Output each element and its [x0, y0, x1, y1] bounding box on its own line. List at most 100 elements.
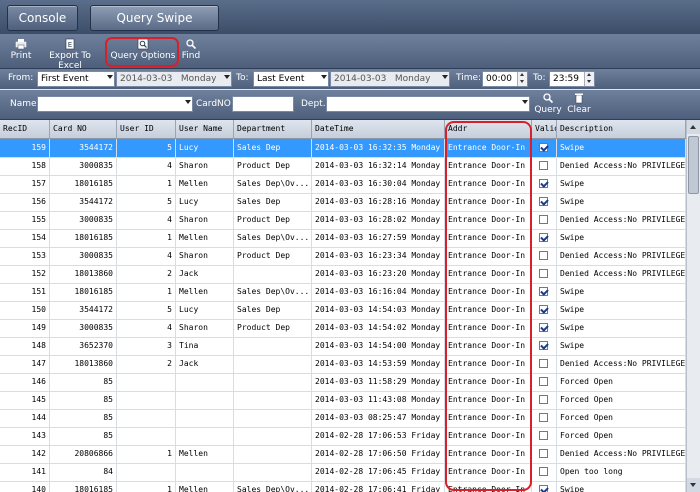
time-from-input[interactable]: 00:00 — [482, 71, 528, 87]
cell-dt[interactable]: 2014-02-28 17:06:50 Friday — [312, 445, 445, 463]
cell-dept[interactable] — [234, 427, 312, 445]
cell-addr[interactable]: Entrance Door-In — [445, 193, 532, 211]
cell-name[interactable] — [176, 463, 234, 481]
cell-rec[interactable]: 154 — [0, 229, 50, 247]
table-row[interactable]: 159 3544172 5 Lucy Sales Dep 2014-03-03 16:32… — [0, 139, 686, 158]
cell-dept[interactable] — [234, 337, 312, 355]
cell-desc[interactable]: Swipe — [557, 283, 686, 301]
cell-dt[interactable]: 2014-03-03 11:43:08 Monday — [312, 391, 445, 409]
cell-rec[interactable]: 150 — [0, 301, 50, 319]
valid-checkbox[interactable] — [539, 251, 548, 260]
cell-dt[interactable]: 2014-03-03 14:54:00 Monday — [312, 337, 445, 355]
cell-name[interactable]: Sharon — [176, 157, 234, 175]
cell-dept[interactable]: Sales Dep\Ov... — [234, 481, 312, 492]
cell-desc[interactable]: Swipe — [557, 337, 686, 355]
cell-dept[interactable]: Product Dep — [234, 247, 312, 265]
cell-desc[interactable]: Denied Access:No PRIVILEGE — [557, 247, 686, 265]
valid-checkbox[interactable] — [539, 233, 548, 242]
cell-dt[interactable]: 2014-03-03 16:28:16 Monday — [312, 193, 445, 211]
cell-dept[interactable]: Sales Dep\Ov... — [234, 175, 312, 193]
cell-dt[interactable]: 2014-02-28 17:06:41 Friday — [312, 481, 445, 492]
cell-dept[interactable] — [234, 265, 312, 283]
cell-desc[interactable]: Forced Open — [557, 391, 686, 409]
cell-uid[interactable]: 1 — [117, 283, 176, 301]
cell-desc[interactable]: Swipe — [557, 175, 686, 193]
cell-rec[interactable]: 147 — [0, 355, 50, 373]
cell-addr[interactable]: Entrance Door-In — [445, 301, 532, 319]
column-header-datetime[interactable]: DateTime — [312, 120, 445, 138]
cell-desc[interactable]: Denied Access:No PRIVILEGE — [557, 265, 686, 283]
cell-rec[interactable]: 145 — [0, 391, 50, 409]
cell-desc[interactable]: Denied Access:No PRIVILEGE — [557, 157, 686, 175]
table-row[interactable]: 156 3544172 5 Lucy Sales Dep 2014-03-03 16:28… — [0, 193, 686, 212]
cell-desc[interactable]: Open too long — [557, 463, 686, 481]
cell-card[interactable]: 85 — [50, 373, 117, 391]
cell-uid[interactable]: 3 — [117, 337, 176, 355]
cell-card[interactable]: 85 — [50, 409, 117, 427]
table-row[interactable]: 153 3000835 4 Sharon Product Dep 2014-03-03 1… — [0, 247, 686, 266]
valid-checkbox[interactable] — [539, 215, 548, 224]
cell-name[interactable]: Mellen — [176, 481, 234, 492]
cell-name[interactable]: Sharon — [176, 247, 234, 265]
cell-card[interactable]: 3000835 — [50, 157, 117, 175]
time-to-spinner[interactable] — [584, 72, 594, 86]
query-button[interactable]: Query — [534, 90, 562, 120]
cell-desc[interactable]: Swipe — [557, 193, 686, 211]
time-to-input[interactable]: 23:59 — [549, 71, 595, 87]
cell-dt[interactable]: 2014-03-03 14:54:03 Monday — [312, 301, 445, 319]
cell-name[interactable] — [176, 409, 234, 427]
table-row[interactable]: 143 85 2014-02-28 17:06:53 Friday Entrance … — [0, 427, 686, 446]
valid-checkbox[interactable] — [539, 377, 548, 386]
cell-uid[interactable] — [117, 463, 176, 481]
table-row[interactable]: 152 18013860 2 Jack 2014-03-03 16:23:20 Mond… — [0, 265, 686, 284]
from-event-select[interactable]: First Event — [37, 71, 115, 87]
cell-dept[interactable]: Sales Dep — [234, 193, 312, 211]
name-select[interactable] — [37, 96, 193, 112]
cell-dt[interactable]: 2014-03-03 16:32:35 Monday — [312, 139, 445, 157]
cell-dt[interactable]: 2014-03-03 11:58:29 Monday — [312, 373, 445, 391]
cell-card[interactable]: 3000835 — [50, 211, 117, 229]
table-row[interactable]: 154 18016185 1 Mellen Sales Dep\Ov... 2014-03… — [0, 229, 686, 248]
cell-rec[interactable]: 144 — [0, 409, 50, 427]
cell-desc[interactable]: Denied Access:No PRIVILEGE — [557, 445, 686, 463]
cell-rec[interactable]: 153 — [0, 247, 50, 265]
cell-uid[interactable] — [117, 373, 176, 391]
cell-dt[interactable]: 2014-03-03 16:28:02 Monday — [312, 211, 445, 229]
dept-select[interactable] — [326, 96, 530, 112]
cell-desc[interactable]: Denied Access:No PRIVILEGE — [557, 211, 686, 229]
cell-card[interactable]: 3544172 — [50, 301, 117, 319]
column-header-addr[interactable]: Addr — [445, 120, 532, 138]
column-header-description[interactable]: Description — [557, 120, 686, 138]
cell-dt[interactable]: 2014-03-03 14:54:02 Monday — [312, 319, 445, 337]
find-button[interactable]: Find — [180, 36, 202, 66]
cell-name[interactable]: Sharon — [176, 211, 234, 229]
cell-desc[interactable]: Denied Access:No PRIVILEGE — [557, 355, 686, 373]
scroll-up-arrow[interactable] — [687, 120, 700, 134]
cell-rec[interactable]: 157 — [0, 175, 50, 193]
cell-addr[interactable]: Entrance Door-In — [445, 463, 532, 481]
cell-uid[interactable]: 5 — [117, 139, 176, 157]
cell-addr[interactable]: Entrance Door-In — [445, 427, 532, 445]
cell-card[interactable]: 18013860 — [50, 265, 117, 283]
cell-desc[interactable]: Swipe — [557, 301, 686, 319]
cell-uid[interactable]: 1 — [117, 229, 176, 247]
cell-card[interactable]: 18016185 — [50, 481, 117, 492]
cell-addr[interactable]: Entrance Door-In — [445, 391, 532, 409]
cell-rec[interactable]: 149 — [0, 319, 50, 337]
cell-rec[interactable]: 143 — [0, 427, 50, 445]
cell-name[interactable]: Lucy — [176, 301, 234, 319]
cell-uid[interactable]: 4 — [117, 157, 176, 175]
cell-addr[interactable]: Entrance Door-In — [445, 157, 532, 175]
cell-uid[interactable]: 4 — [117, 247, 176, 265]
column-header-valid[interactable]: Valid — [532, 120, 557, 138]
cell-dept[interactable] — [234, 463, 312, 481]
cell-name[interactable]: Mellen — [176, 283, 234, 301]
valid-checkbox[interactable] — [539, 269, 548, 278]
table-row[interactable]: 144 85 2014-03-03 08:25:47 Monday Entrance … — [0, 409, 686, 428]
cell-dept[interactable]: Product Dep — [234, 211, 312, 229]
cell-uid[interactable]: 5 — [117, 301, 176, 319]
cell-name[interactable]: Sharon — [176, 319, 234, 337]
cell-desc[interactable]: Swipe — [557, 139, 686, 157]
cell-name[interactable]: Mellen — [176, 175, 234, 193]
cell-desc[interactable]: Swipe — [557, 481, 686, 492]
